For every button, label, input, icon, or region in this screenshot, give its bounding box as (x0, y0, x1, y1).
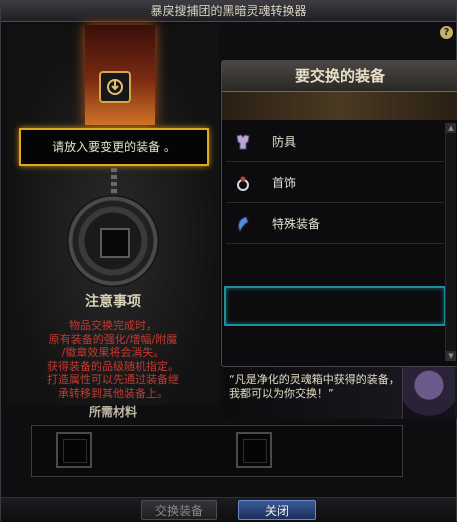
ring-icon (237, 176, 249, 191)
converter-panel: 请放入要变更的装备 。 注意事项 物品交换完成时， 原有装备的强化/增幅/附魔 … (7, 25, 219, 419)
npc-quote: “凡是净化的灵魂箱中获得的装备，我都可以为你交换！” (229, 373, 400, 400)
exchange-button[interactable]: 交换装备 (141, 500, 217, 520)
list-scrollbar[interactable]: ▲ ▼ (445, 123, 456, 361)
materials-title: 所需材料 (88, 405, 137, 419)
materials-box (31, 425, 403, 477)
notice-line: 原有装备的强化/增幅/附魔 (48, 332, 178, 346)
notice-line: /徽章效果将会消失。 (61, 346, 165, 359)
armor-icon (236, 134, 250, 150)
list-item-label: 首饰 (272, 176, 297, 190)
list-item-special[interactable]: 特殊装备 (226, 205, 444, 244)
button-bar: 交换装备 关闭 (1, 497, 456, 522)
notice-line: 打造属性可以先通过装备继 (47, 373, 179, 386)
exchange-list-panel: 要交换的装备 防具 首饰 特殊装备 ▲ ▼ (221, 60, 457, 367)
scroll-up-icon[interactable]: ▲ (446, 123, 456, 133)
instruction-tooltip: 请放入要变更的装备 。 (19, 128, 209, 166)
soul-wheel (67, 195, 159, 287)
notice-line: 物品交换完成时， (69, 319, 157, 332)
notice-title: 注意事项 (85, 294, 141, 310)
npc-dialog: “凡是净化的灵魂箱中获得的装备，我都可以为你交换！” (223, 367, 457, 419)
help-icon[interactable]: ? (440, 26, 453, 39)
list-item-label: 防具 (272, 135, 297, 149)
soul-converter-window: 暴戾搜捕团的黑暗灵魂转换器 ? 请放入要变更的装备 。 注意事项 物品交换完成时… (0, 0, 457, 522)
list-item-armor[interactable]: 防具 (226, 123, 444, 162)
notice-line: 承转移到其他装备上。 (58, 386, 168, 400)
npc-portrait (402, 367, 455, 419)
material-slot-2[interactable] (236, 432, 272, 468)
material-slot-1[interactable] (56, 432, 92, 468)
selected-equipment-slot[interactable] (224, 286, 446, 326)
scroll-down-icon[interactable]: ▼ (446, 351, 456, 361)
list-item-accessory[interactable]: 首饰 (226, 164, 444, 203)
window-title: 暴戾搜捕团的黑暗灵魂转换器 (1, 1, 456, 22)
notice-text: 物品交换完成时， 原有装备的强化/增幅/附魔 /徽章效果将会消失。 获得装备的品… (7, 319, 219, 400)
converter-emblem-icon (99, 71, 131, 103)
header-decoration (222, 92, 457, 120)
list-item-label: 特殊装备 (272, 217, 321, 231)
close-button[interactable]: 关闭 (238, 500, 316, 520)
exchange-list-header: 要交换的装备 (222, 61, 457, 92)
special-equipment-icon (238, 216, 249, 233)
chain-decoration (111, 168, 117, 196)
equipment-input-slot[interactable] (100, 228, 130, 258)
notice-line: 获得装备的品级随机指定。 (47, 359, 179, 373)
